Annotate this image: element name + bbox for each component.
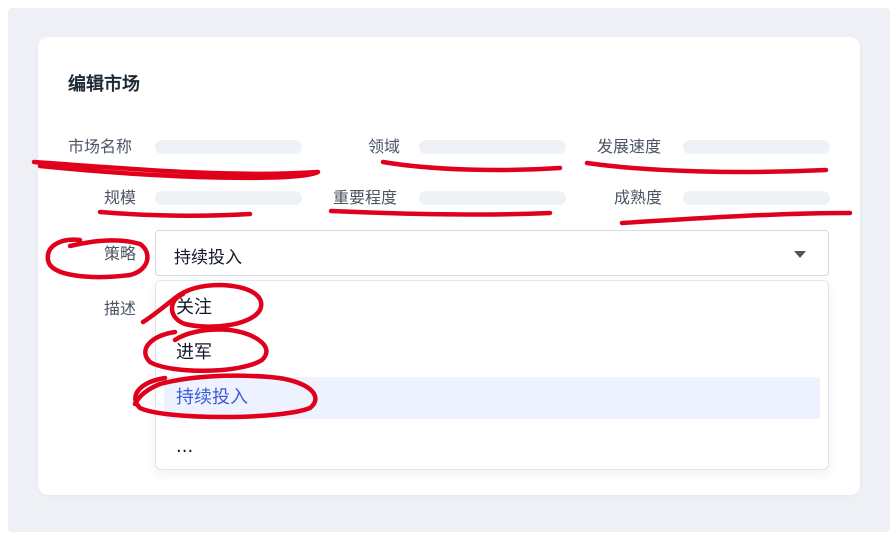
option-more[interactable]: ... <box>164 426 820 468</box>
strategy-select-value: 持续投入 <box>174 248 242 268</box>
maturity-field[interactable] <box>683 191 830 205</box>
market-name-field[interactable] <box>155 140 302 154</box>
option-follow[interactable]: 关注 <box>164 287 820 329</box>
growth-speed-field[interactable] <box>683 140 830 154</box>
importance-label: 重要程度 <box>333 188 398 207</box>
description-label: 描述 <box>104 299 137 318</box>
scale-field[interactable] <box>155 191 302 205</box>
strategy-label: 策略 <box>104 244 137 263</box>
market-name-label: 市场名称 <box>68 137 133 156</box>
option-enter[interactable]: 进军 <box>164 332 820 374</box>
dialog-title: 编辑市场 <box>68 74 140 95</box>
growth-speed-label: 发展速度 <box>597 137 662 156</box>
chevron-down-icon[interactable] <box>794 251 806 258</box>
strategy-dropdown: 关注 进军 持续投入 ... <box>155 280 829 470</box>
scale-label: 规模 <box>104 188 137 207</box>
importance-field[interactable] <box>419 191 566 205</box>
domain-field[interactable] <box>419 140 566 154</box>
domain-label: 领域 <box>368 137 401 156</box>
maturity-label: 成熟度 <box>614 188 663 207</box>
option-continuous-investment[interactable]: 持续投入 <box>164 377 820 419</box>
strategy-select[interactable]: 持续投入 <box>155 230 829 276</box>
